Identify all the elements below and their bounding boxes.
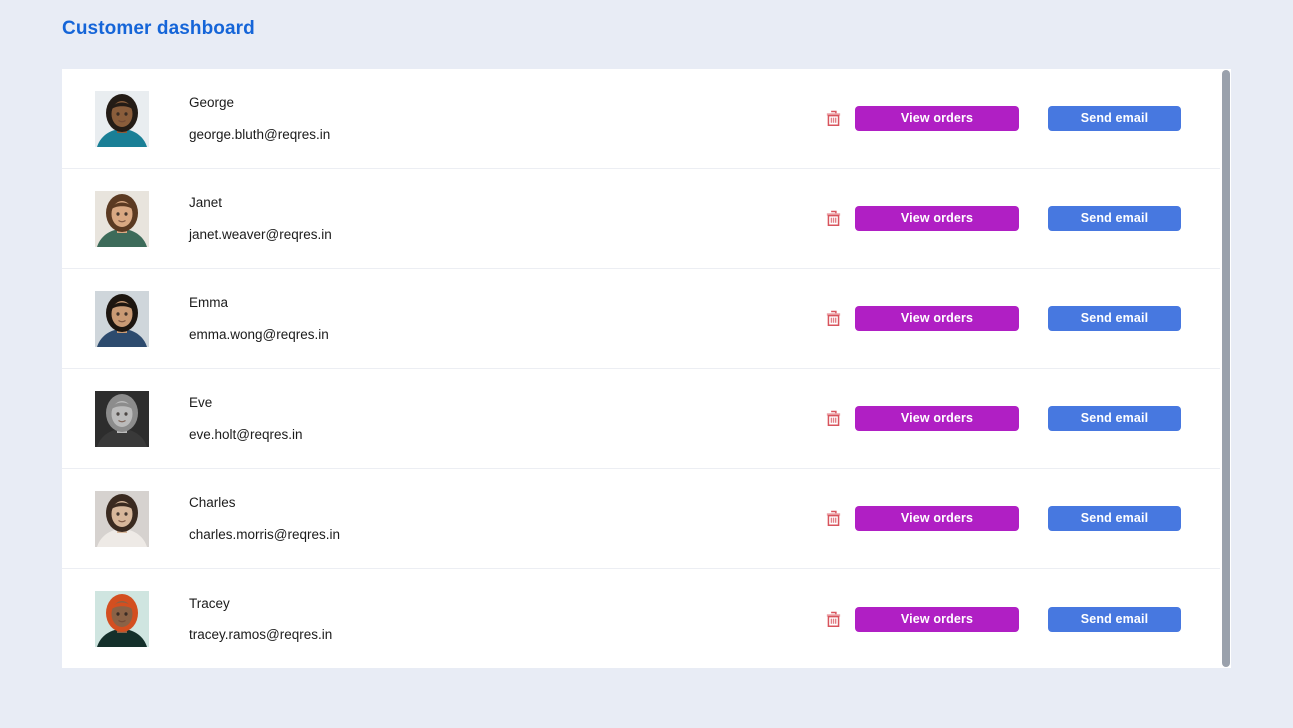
row-actions: View orders Send email [820, 306, 1231, 332]
send-email-button[interactable]: Send email [1048, 607, 1181, 632]
avatar [95, 191, 149, 247]
send-email-button[interactable]: Send email [1048, 206, 1181, 231]
customer-email: tracey.ramos@reqres.in [189, 628, 709, 642]
table-row: Janet janet.weaver@reqres.in View orders… [62, 169, 1231, 269]
avatar [95, 591, 149, 647]
customer-name: Janet [189, 196, 709, 210]
customer-email: janet.weaver@reqres.in [189, 228, 709, 242]
table-row: George george.bluth@reqres.in View order… [62, 69, 1231, 169]
view-orders-button[interactable]: View orders [855, 406, 1019, 431]
customer-name: George [189, 96, 709, 110]
customer-email: emma.wong@reqres.in [189, 328, 709, 342]
table-row: Charles charles.morris@reqres.in View or… [62, 469, 1231, 569]
view-orders-button[interactable]: View orders [855, 106, 1019, 131]
customer-info: Charles charles.morris@reqres.in [189, 496, 709, 541]
vertical-scrollbar[interactable] [1220, 69, 1231, 668]
customer-name: Eve [189, 396, 709, 410]
customer-name: Charles [189, 496, 709, 510]
trash-icon[interactable] [820, 406, 846, 432]
customer-rows: George george.bluth@reqres.in View order… [62, 69, 1231, 668]
customer-info: Tracey tracey.ramos@reqres.in [189, 597, 709, 642]
send-email-button[interactable]: Send email [1048, 306, 1181, 331]
table-row: Emma emma.wong@reqres.in View orders Sen… [62, 269, 1231, 369]
avatar [95, 291, 149, 347]
vertical-scrollbar-thumb[interactable] [1222, 70, 1230, 667]
trash-icon[interactable] [820, 106, 846, 132]
customer-info: George george.bluth@reqres.in [189, 96, 709, 141]
customer-email: eve.holt@reqres.in [189, 428, 709, 442]
row-actions: View orders Send email [820, 406, 1231, 432]
customer-list-card: George george.bluth@reqres.in View order… [62, 69, 1231, 668]
table-row: Eve eve.holt@reqres.in View orders Send … [62, 369, 1231, 469]
customer-info: Emma emma.wong@reqres.in [189, 296, 709, 341]
customer-info: Janet janet.weaver@reqres.in [189, 196, 709, 241]
view-orders-button[interactable]: View orders [855, 607, 1019, 632]
row-actions: View orders Send email [820, 206, 1231, 232]
avatar [95, 91, 149, 147]
trash-icon[interactable] [820, 606, 846, 632]
page-title: Customer dashboard [62, 18, 255, 40]
trash-icon[interactable] [820, 506, 846, 532]
customer-email: george.bluth@reqres.in [189, 128, 709, 142]
customer-name: Tracey [189, 597, 709, 611]
customer-info: Eve eve.holt@reqres.in [189, 396, 709, 441]
view-orders-button[interactable]: View orders [855, 206, 1019, 231]
dashboard-page: Customer dashboard George george.bluth@r… [0, 0, 1293, 728]
send-email-button[interactable]: Send email [1048, 506, 1181, 531]
trash-icon[interactable] [820, 306, 846, 332]
send-email-button[interactable]: Send email [1048, 106, 1181, 131]
view-orders-button[interactable]: View orders [855, 306, 1019, 331]
customer-email: charles.morris@reqres.in [189, 528, 709, 542]
table-row: Tracey tracey.ramos@reqres.in View order… [62, 569, 1231, 668]
row-actions: View orders Send email [820, 106, 1231, 132]
row-actions: View orders Send email [820, 606, 1231, 632]
send-email-button[interactable]: Send email [1048, 406, 1181, 431]
customer-name: Emma [189, 296, 709, 310]
avatar [95, 391, 149, 447]
row-actions: View orders Send email [820, 506, 1231, 532]
avatar [95, 491, 149, 547]
customer-list-scroll-area[interactable]: George george.bluth@reqres.in View order… [62, 69, 1231, 668]
trash-icon[interactable] [820, 206, 846, 232]
view-orders-button[interactable]: View orders [855, 506, 1019, 531]
